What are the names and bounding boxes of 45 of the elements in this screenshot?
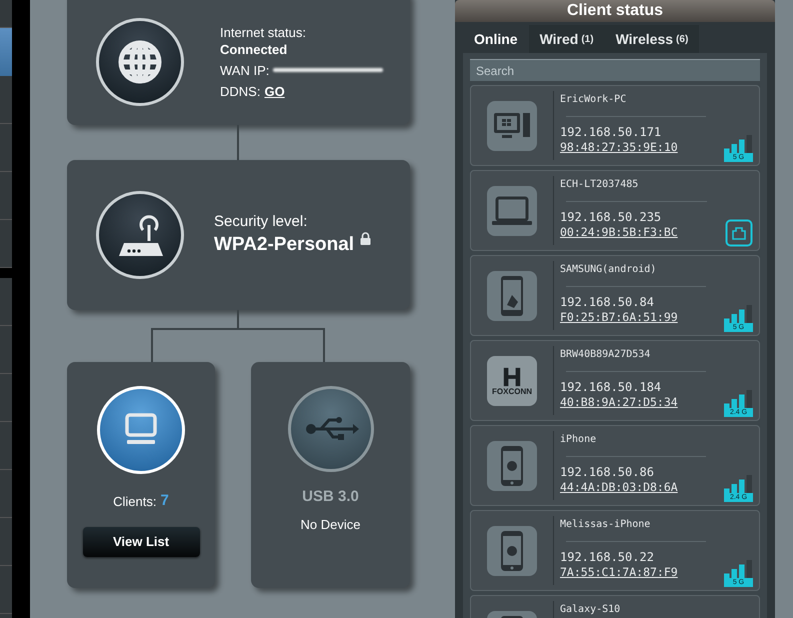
logo-text: FOXCONN: [492, 388, 532, 396]
client-name: Galaxy-S10: [560, 604, 622, 616]
signal-icon: [724, 134, 753, 153]
ddns-link[interactable]: GO: [264, 82, 285, 100]
client-card[interactable]: Galaxy-S10: [470, 595, 760, 618]
signal-icon: [724, 304, 753, 323]
ethernet-icon: [725, 219, 753, 247]
search-field[interactable]: Search: [470, 59, 760, 81]
client-name: EricWork-PC: [560, 94, 628, 106]
ip-address: 192.168.50.171: [560, 125, 662, 140]
ip-address: 192.168.50.86: [560, 465, 655, 480]
usb-title: USB 3.0: [302, 487, 359, 507]
client-name: iPhone: [560, 434, 598, 446]
view-list-button[interactable]: View List: [82, 526, 200, 556]
security-value: WPA2-Personal: [214, 233, 354, 257]
ip-address: 192.168.50.84: [560, 295, 655, 310]
signal-icon: [724, 559, 753, 578]
status-value: Connected: [220, 40, 288, 58]
clients-label: Clients:: [113, 492, 156, 510]
logo-icon: [502, 366, 522, 388]
wan-ip-label: WAN IP:: [220, 62, 270, 78]
panel-title: Client status: [566, 1, 663, 21]
mac-address-link[interactable]: 44:4A:DB:03:D8:6A: [560, 480, 724, 495]
client-card[interactable]: ECH-LT2037485 192.168.50.235 00:24:9B:5B:F3:BC: [470, 170, 760, 251]
ip-address: 192.168.50.22: [560, 550, 655, 565]
ddns-label: DDNS:: [220, 82, 260, 100]
client-name: ECH-LT2037485: [560, 179, 640, 191]
client-name: SAMSUNG(android): [560, 264, 658, 276]
signal-icon: [724, 389, 753, 408]
clients-count: 7: [160, 491, 169, 511]
usb-status: No Device: [300, 516, 360, 534]
client-tab[interactable]: Wireless (6): [604, 25, 700, 53]
mac-address-link[interactable]: F0:25:B7:6A:51:99: [560, 310, 724, 325]
ip-address: 192.168.50.235: [560, 210, 662, 225]
signal-icon: [724, 474, 753, 493]
mac-address-link[interactable]: 7A:55:C1:7A:87:F9: [560, 565, 724, 580]
status-label: Internet status:: [220, 24, 307, 40]
client-tab[interactable]: Wired (1): [528, 25, 605, 53]
mac-address-link[interactable]: 98:48:27:35:9E:10: [560, 140, 724, 155]
ip-address: 192.168.50.184: [560, 380, 662, 395]
mac-address-link[interactable]: 00:24:9B:5B:F3:BC: [560, 225, 725, 240]
mac-address-link[interactable]: 40:B8:9A:27:D5:34: [560, 395, 724, 410]
client-name: BRW40B89A27D534: [560, 349, 652, 361]
security-label: Security level:: [214, 212, 308, 232]
client-name: Melissas-iPhone: [560, 519, 652, 531]
